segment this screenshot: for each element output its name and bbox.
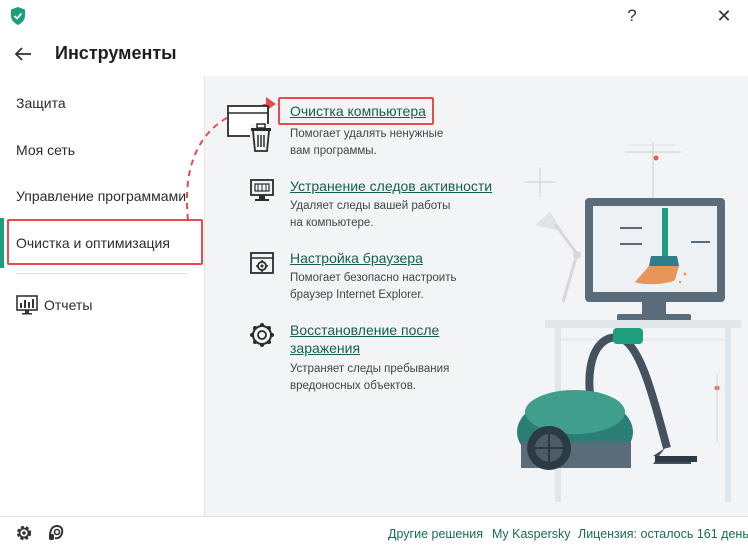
sidebar-item-my-network[interactable]: Моя сеть [16, 142, 75, 158]
other-solutions-link[interactable]: Другие решения [388, 527, 483, 541]
active-indicator [0, 218, 4, 268]
cleaning-illustration [517, 142, 741, 502]
help-button[interactable]: ? [620, 4, 644, 28]
recovery-icon [250, 323, 274, 347]
tool-desc-pc-cleanup: Помогает удалять ненужные вам программы. [290, 128, 444, 157]
license-status[interactable]: Лицензия: осталось 161 день [578, 527, 748, 541]
tool-desc-activity-traces: Удаляет следы вашей работы на компьютере… [290, 200, 451, 229]
settings-gear-icon[interactable] [14, 523, 34, 543]
tool-link-pc-cleanup[interactable]: Очистка компьютера [290, 103, 426, 119]
footer-bar: Другие решения My Kaspersky Лицензия: ос… [0, 516, 748, 548]
sidebar-item-cleanup-optimization[interactable]: Очистка и оптимизация [16, 235, 170, 251]
my-kaspersky-link[interactable]: My Kaspersky [492, 527, 571, 541]
page-header: Инструменты [0, 34, 748, 74]
support-icon[interactable] [46, 523, 66, 543]
activity-traces-icon [250, 179, 274, 201]
reports-label: Отчеты [44, 297, 93, 313]
tool-desc-browser-settings: Помогает безопасно настроить браузер Int… [290, 272, 457, 301]
tool-link-activity-traces[interactable]: Устранение следов активности [290, 178, 492, 194]
close-button[interactable]: ✕ [712, 4, 736, 28]
tool-desc-recovery: Устраняет следы пребывания вредоносных о… [290, 363, 450, 392]
reports-icon [16, 295, 38, 315]
sidebar: Защита Моя сеть Управление программами О… [0, 76, 204, 516]
tool-link-browser-settings[interactable]: Настройка браузера [290, 250, 423, 266]
tool-link-recovery[interactable]: Восстановление после заражения [290, 322, 439, 356]
sidebar-item-app-management[interactable]: Управление программами [16, 188, 186, 204]
sidebar-divider [16, 273, 188, 274]
kaspersky-shield-icon [11, 7, 25, 25]
title-bar: ? ✕ [0, 0, 748, 34]
sidebar-item-reports[interactable]: Отчеты [16, 295, 92, 315]
sidebar-item-protection[interactable]: Защита [16, 95, 66, 111]
back-arrow-icon[interactable] [12, 43, 34, 65]
browser-settings-icon [250, 252, 274, 274]
pc-cleaner-icon [227, 105, 272, 152]
page-title: Инструменты [55, 43, 177, 63]
